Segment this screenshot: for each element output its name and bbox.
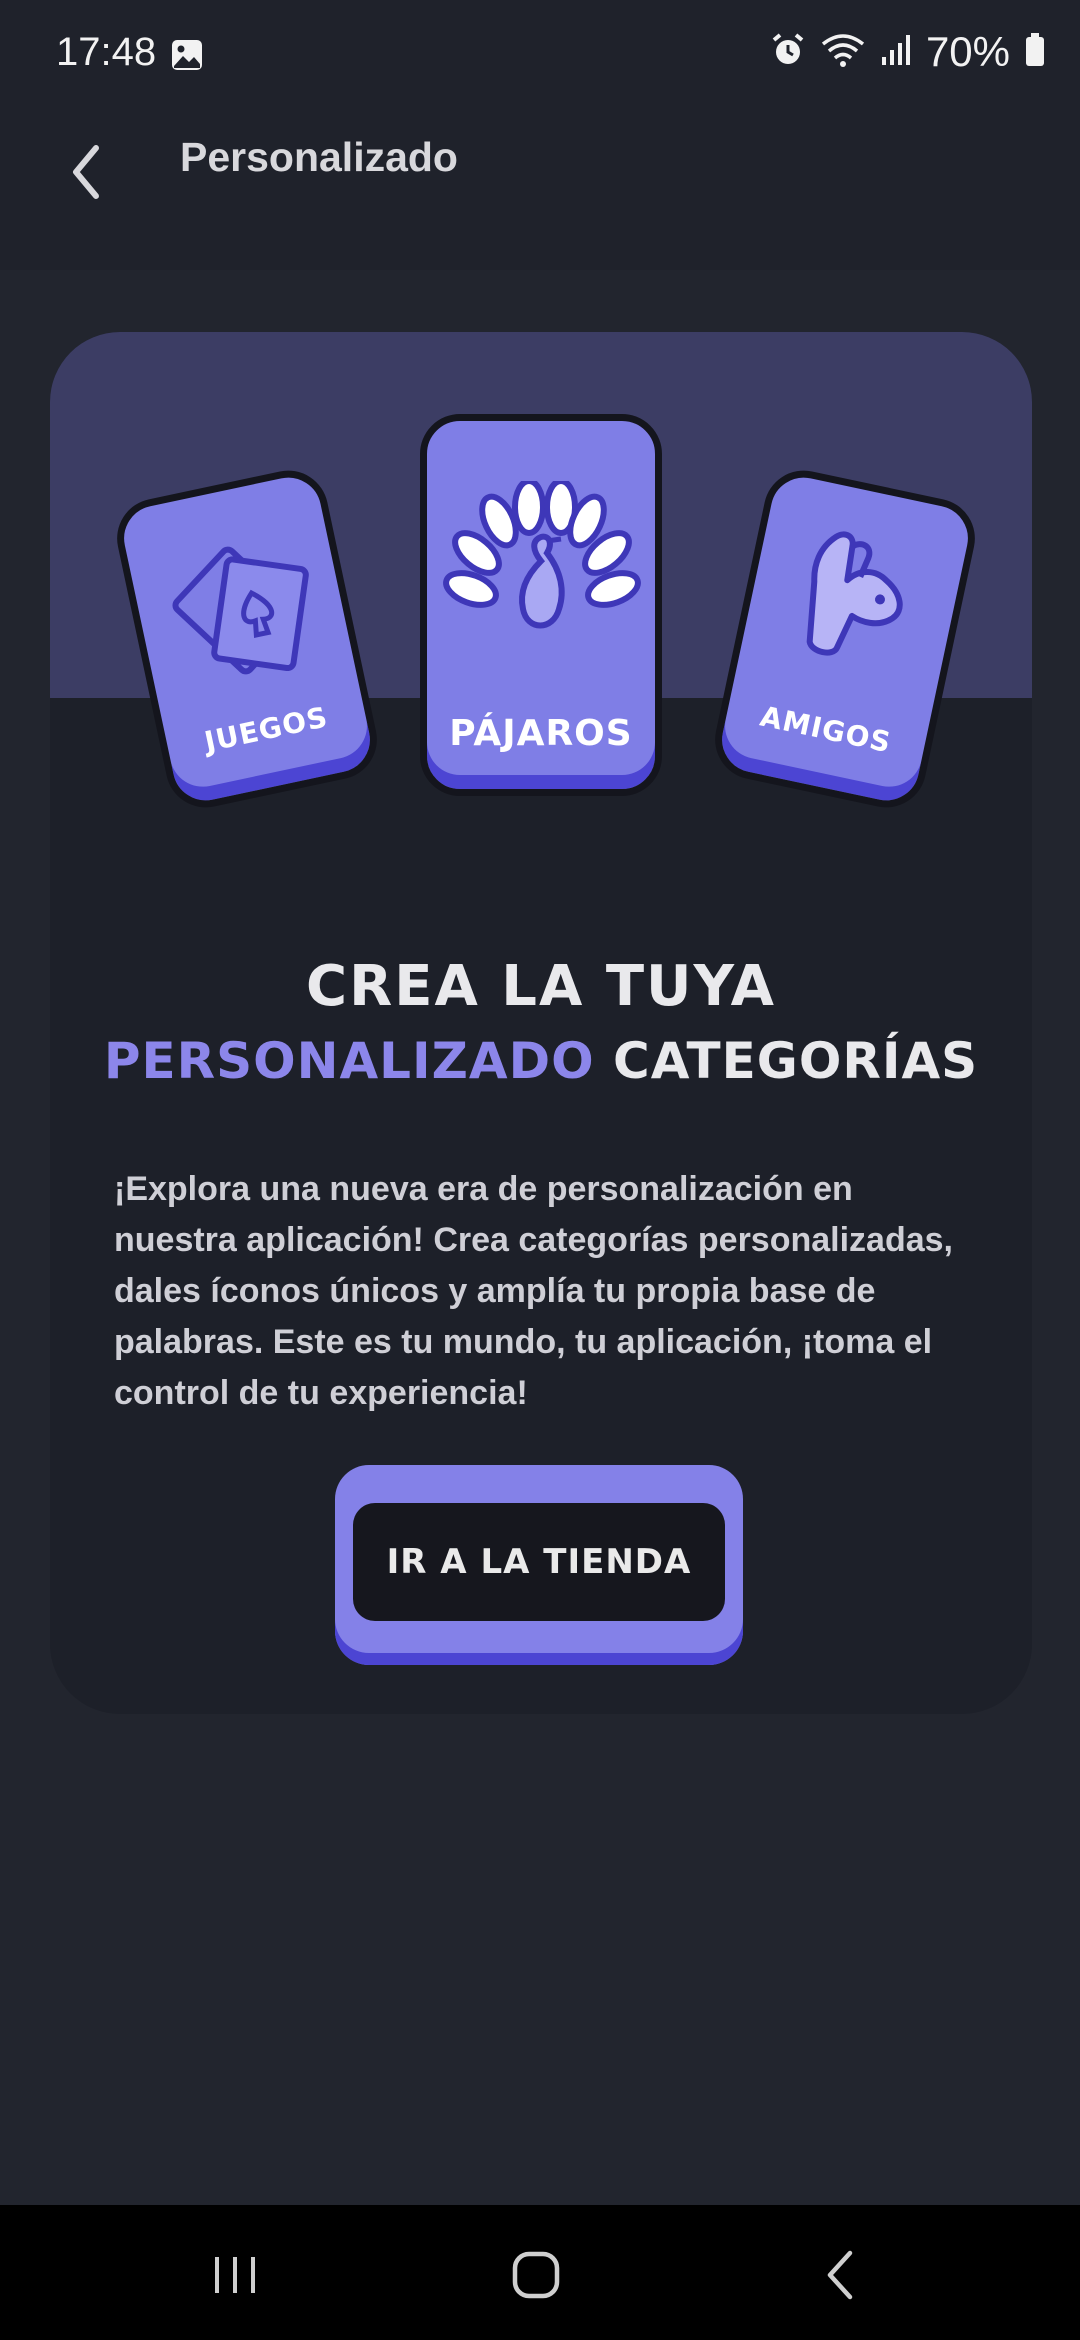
home-button[interactable] xyxy=(496,2245,576,2305)
category-label: AMIGOS xyxy=(757,699,895,760)
signal-icon xyxy=(880,33,912,72)
page-title: Personalizado xyxy=(180,134,458,180)
battery-icon xyxy=(1024,32,1046,73)
headline-rest: CATEGORÍAS xyxy=(613,1032,979,1090)
home-icon xyxy=(512,2251,560,2299)
peacock-icon xyxy=(443,481,641,629)
app-bar: Personalizado xyxy=(0,112,1080,270)
content-area: JUEGOS PÁJAROS AMIGOS CREA LA TUYA PERSO… xyxy=(0,270,1080,2205)
back-button[interactable] xyxy=(58,128,118,208)
wifi-icon xyxy=(820,32,866,73)
system-nav-bar xyxy=(0,2205,1080,2340)
battery-level: 70% xyxy=(925,28,1010,75)
category-label: PÁJAROS xyxy=(449,713,633,754)
promo-description: ¡Explora una nueva era de personalizació… xyxy=(114,1170,953,1412)
playing-card-icon xyxy=(172,546,309,675)
nav-back-button[interactable] xyxy=(800,2245,880,2305)
back-icon xyxy=(827,2250,853,2300)
headline-subtitle: PERSONALIZADO CATEGORÍAS xyxy=(50,1032,1032,1090)
headline-title: CREA LA TUYA xyxy=(305,954,777,1019)
chevron-left-icon xyxy=(73,145,99,199)
headline-accent: PERSONALIZADO xyxy=(103,1032,595,1090)
alarm-icon xyxy=(770,32,806,73)
store-button-label: IR A LA TIENDA xyxy=(353,1503,725,1621)
go-to-store-button[interactable]: IR A LA TIENDA xyxy=(335,1465,743,1665)
promo-card: JUEGOS PÁJAROS AMIGOS CREA LA TUYA PERSO… xyxy=(50,332,1032,1714)
category-label: JUEGOS xyxy=(201,700,331,759)
status-bar: 17:48 70% xyxy=(0,0,1080,112)
gallery-icon xyxy=(170,38,204,77)
hand-dog-icon xyxy=(806,531,903,656)
recent-apps-icon xyxy=(215,2257,255,2293)
category-card-pajaros: PÁJAROS xyxy=(420,414,662,796)
recent-apps-button[interactable] xyxy=(195,2245,275,2305)
status-time: 17:48 xyxy=(56,30,157,74)
